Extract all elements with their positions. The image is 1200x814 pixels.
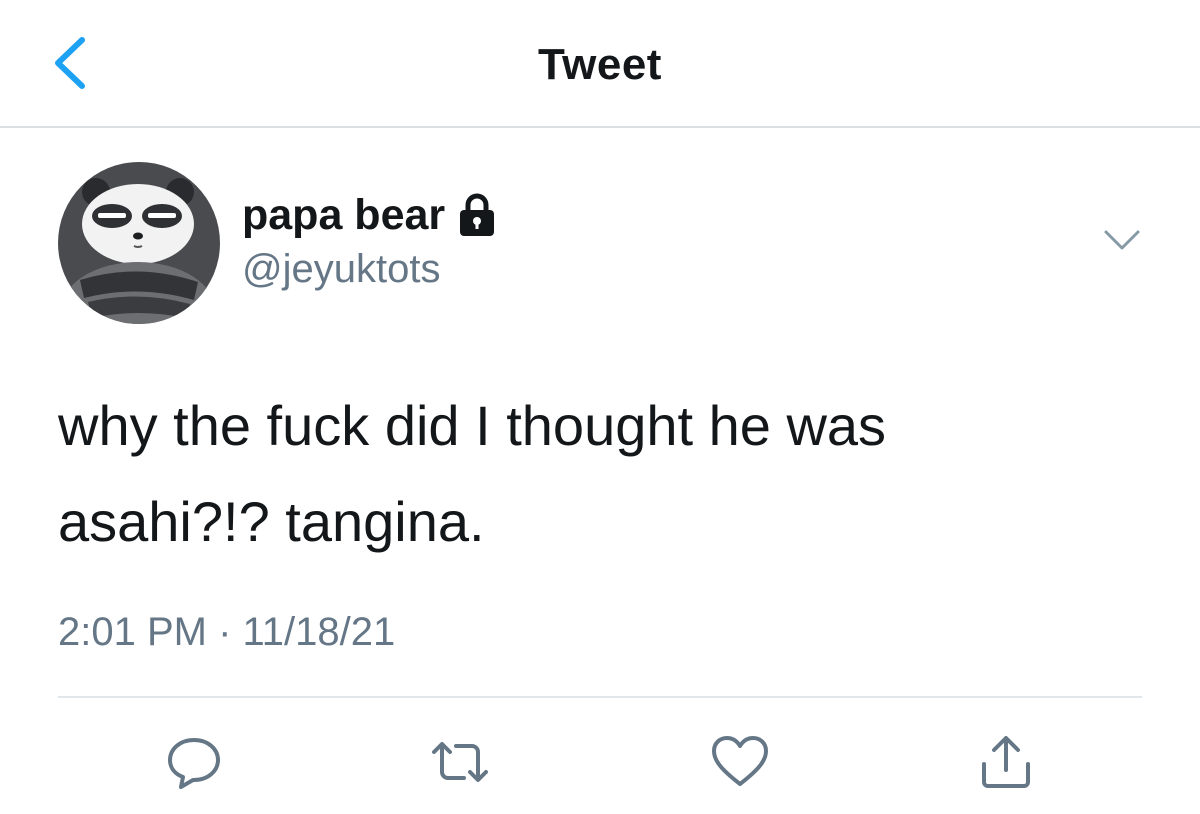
tweet-detail-screen: Tweet papa bear @jeyuktots why the fuck … xyxy=(0,0,1200,814)
retweet-button[interactable] xyxy=(428,730,492,794)
like-button[interactable] xyxy=(708,730,772,794)
display-name: papa bear xyxy=(242,190,446,239)
panda-avatar-image xyxy=(58,162,220,324)
more-options-button[interactable] xyxy=(1098,222,1146,260)
divider xyxy=(58,696,1142,698)
tweet-text-line-2: asahi?!? tangina. xyxy=(58,490,485,553)
share-button[interactable] xyxy=(974,730,1038,794)
username-handle[interactable]: @jeyuktots xyxy=(242,247,440,292)
tweet-timestamp: 2:01 PM · 11/18/21 xyxy=(58,610,396,654)
lock-icon xyxy=(457,192,497,238)
tweet-text: why the fuck did I thought he was asahi?!… xyxy=(58,378,1138,570)
heart-icon xyxy=(712,736,768,786)
navigation-bar: Tweet xyxy=(0,0,1200,128)
share-icon xyxy=(982,736,1030,788)
reply-button[interactable] xyxy=(162,730,226,794)
tweet-text-line-1: why the fuck did I thought he was xyxy=(58,394,887,457)
reply-icon xyxy=(168,738,220,789)
chevron-down-icon xyxy=(1104,230,1140,250)
retweet-icon xyxy=(432,742,488,782)
avatar[interactable] xyxy=(58,162,220,324)
page-title: Tweet xyxy=(538,40,662,89)
author-name-row[interactable]: papa bear xyxy=(242,190,497,240)
